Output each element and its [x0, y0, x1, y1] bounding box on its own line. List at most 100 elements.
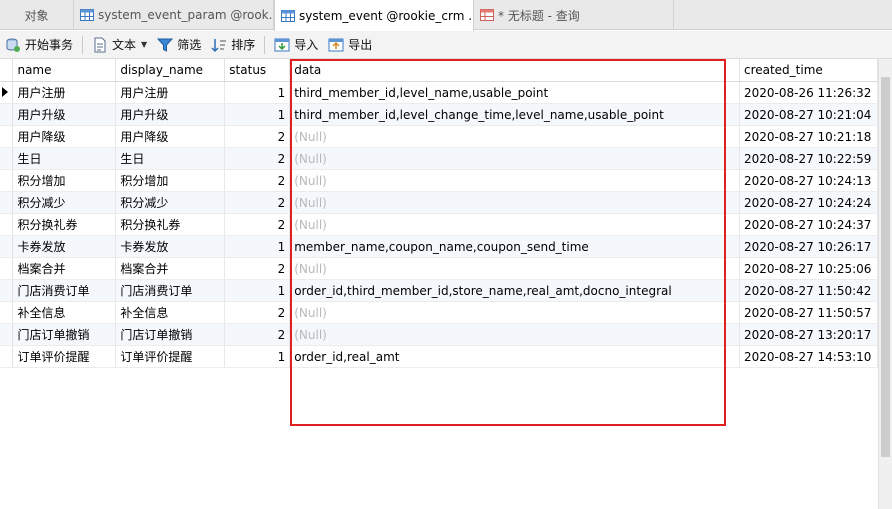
cell-data[interactable]: (Null): [289, 323, 740, 346]
cell-status[interactable]: 1: [224, 81, 291, 104]
cell-display-name[interactable]: 卡券发放: [115, 235, 226, 258]
cell-display-name[interactable]: 积分增加: [115, 169, 226, 192]
cell-status[interactable]: 2: [224, 213, 291, 236]
table-row[interactable]: 用户升级 用户升级 1 third_member_id,level_change_ti…: [0, 103, 879, 126]
cell-data[interactable]: order_id,third_member_id,store_name,real…: [289, 279, 740, 302]
table-row[interactable]: 订单评价提醒 订单评价提醒 1 order_id,real_amt 2020-08-27…: [0, 345, 879, 368]
row-indicator[interactable]: [0, 235, 14, 258]
cell-status[interactable]: 2: [224, 257, 291, 280]
row-indicator[interactable]: [0, 213, 14, 236]
cell-name[interactable]: 订单评价提醒: [12, 345, 117, 368]
table-row[interactable]: 积分增加 积分增加 2 (Null) 2020-08-27 10:24:13: [0, 169, 879, 192]
cell-data[interactable]: (Null): [289, 169, 740, 192]
cell-created-time[interactable]: 2020-08-27 10:21:04: [739, 103, 879, 126]
row-indicator[interactable]: [0, 147, 14, 170]
column-header-status[interactable]: status: [224, 59, 291, 82]
cell-name[interactable]: 补全信息: [12, 301, 117, 324]
cell-name[interactable]: 积分减少: [12, 191, 117, 214]
cell-created-time[interactable]: 2020-08-27 10:25:06: [739, 257, 879, 280]
cell-status[interactable]: 1: [224, 103, 291, 126]
chevron-down-icon[interactable]: ▼: [141, 40, 147, 49]
row-indicator[interactable]: [0, 103, 14, 126]
cell-display-name[interactable]: 积分换礼券: [115, 213, 226, 236]
sort-button[interactable]: 排序: [206, 34, 260, 56]
cell-name[interactable]: 门店消费订单: [12, 279, 117, 302]
cell-display-name[interactable]: 积分减少: [115, 191, 226, 214]
column-header-data[interactable]: data: [289, 59, 740, 82]
import-button[interactable]: 导入: [269, 34, 323, 56]
cell-status[interactable]: 2: [224, 147, 291, 170]
cell-name[interactable]: 门店订单撤销: [12, 323, 117, 346]
cell-display-name[interactable]: 门店订单撤销: [115, 323, 226, 346]
cell-display-name[interactable]: 补全信息: [115, 301, 226, 324]
cell-display-name[interactable]: 档案合并: [115, 257, 226, 280]
table-row[interactable]: 积分换礼券 积分换礼券 2 (Null) 2020-08-27 10:24:37: [0, 213, 879, 236]
cell-status[interactable]: 2: [224, 323, 291, 346]
cell-created-time[interactable]: 2020-08-26 11:26:32: [739, 81, 879, 104]
cell-name[interactable]: 卡券发放: [12, 235, 117, 258]
table-row[interactable]: 卡券发放 卡券发放 1 member_name,coupon_name,coupon_…: [0, 235, 879, 258]
cell-display-name[interactable]: 订单评价提醒: [115, 345, 226, 368]
cell-name[interactable]: 档案合并: [12, 257, 117, 280]
cell-created-time[interactable]: 2020-08-27 11:50:42: [739, 279, 879, 302]
row-indicator[interactable]: [0, 279, 14, 302]
column-header-display-name[interactable]: display_name: [115, 59, 226, 82]
cell-created-time[interactable]: 2020-08-27 10:24:37: [739, 213, 879, 236]
table-row[interactable]: 门店消费订单 门店消费订单 1 order_id,third_member_id,st…: [0, 279, 879, 302]
cell-name[interactable]: 生日: [12, 147, 117, 170]
row-indicator[interactable]: [0, 81, 14, 104]
cell-display-name[interactable]: 用户升级: [115, 103, 226, 126]
row-indicator[interactable]: [0, 345, 14, 368]
table-row[interactable]: 生日 生日 2 (Null) 2020-08-27 10:22:59: [0, 147, 879, 170]
row-indicator[interactable]: [0, 191, 14, 214]
cell-data[interactable]: (Null): [289, 191, 740, 214]
cell-display-name[interactable]: 门店消费订单: [115, 279, 226, 302]
table-row[interactable]: 门店订单撤销 门店订单撤销 2 (Null) 2020-08-27 13:20:17: [0, 323, 879, 346]
tab-system-event-param[interactable]: system_event_param @rook...: [74, 0, 274, 30]
cell-display-name[interactable]: 用户注册: [115, 81, 226, 104]
row-indicator[interactable]: [0, 323, 14, 346]
cell-status[interactable]: 1: [224, 279, 291, 302]
row-indicator[interactable]: [0, 169, 14, 192]
cell-status[interactable]: 2: [224, 301, 291, 324]
row-indicator[interactable]: [0, 125, 14, 148]
cell-status[interactable]: 2: [224, 191, 291, 214]
row-indicator[interactable]: [0, 257, 14, 280]
cell-created-time[interactable]: 2020-08-27 11:50:57: [739, 301, 879, 324]
text-button[interactable]: 文本 ▼: [87, 34, 152, 56]
cell-name[interactable]: 用户降级: [12, 125, 117, 148]
cell-data[interactable]: third_member_id,level_change_time,level_…: [289, 103, 740, 126]
table-row[interactable]: 用户注册 用户注册 1 third_member_id,level_name,usab…: [0, 81, 879, 104]
cell-data[interactable]: third_member_id,level_name,usable_point: [289, 81, 740, 104]
cell-status[interactable]: 1: [224, 235, 291, 258]
begin-transaction-button[interactable]: 开始事务: [0, 34, 78, 56]
table-row[interactable]: 补全信息 补全信息 2 (Null) 2020-08-27 11:50:57: [0, 301, 879, 324]
cell-data[interactable]: (Null): [289, 213, 740, 236]
row-indicator[interactable]: [0, 301, 14, 324]
cell-data[interactable]: (Null): [289, 257, 740, 280]
cell-data[interactable]: member_name,coupon_name,coupon_send_time: [289, 235, 740, 258]
tab-objects[interactable]: 对象: [0, 0, 74, 30]
cell-display-name[interactable]: 生日: [115, 147, 226, 170]
cell-name[interactable]: 积分增加: [12, 169, 117, 192]
export-button[interactable]: 导出: [323, 34, 377, 56]
cell-data[interactable]: order_id,real_amt: [289, 345, 740, 368]
cell-name[interactable]: 用户注册: [12, 81, 117, 104]
cell-created-time[interactable]: 2020-08-27 14:53:10: [739, 345, 879, 368]
cell-name[interactable]: 积分换礼券: [12, 213, 117, 236]
vertical-scrollbar[interactable]: [878, 59, 892, 509]
cell-created-time[interactable]: 2020-08-27 10:22:59: [739, 147, 879, 170]
filter-button[interactable]: 筛选: [152, 34, 206, 56]
tab-untitled-query[interactable]: * 无标题 - 查询: [474, 0, 674, 30]
cell-created-time[interactable]: 2020-08-27 10:21:18: [739, 125, 879, 148]
cell-created-time[interactable]: 2020-08-27 10:24:24: [739, 191, 879, 214]
table-row[interactable]: 积分减少 积分减少 2 (Null) 2020-08-27 10:24:24: [0, 191, 879, 214]
cell-data[interactable]: (Null): [289, 125, 740, 148]
cell-created-time[interactable]: 2020-08-27 10:24:13: [739, 169, 879, 192]
scrollbar-thumb[interactable]: [881, 77, 890, 457]
cell-status[interactable]: 2: [224, 169, 291, 192]
table-row[interactable]: 用户降级 用户降级 2 (Null) 2020-08-27 10:21:18: [0, 125, 879, 148]
tab-system-event[interactable]: system_event @rookie_crm ...: [274, 0, 474, 31]
cell-data[interactable]: (Null): [289, 301, 740, 324]
cell-name[interactable]: 用户升级: [12, 103, 117, 126]
